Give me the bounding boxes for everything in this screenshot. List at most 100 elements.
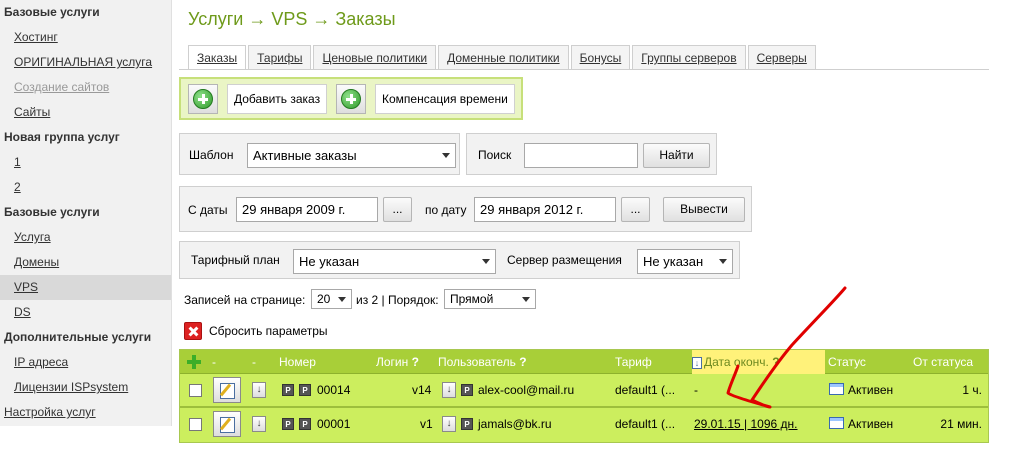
to-date-label: по дату [425,203,467,217]
sidebar-item-label: Сайты [14,105,51,119]
row-checkbox[interactable] [189,384,202,397]
chevron-down-icon [338,297,346,302]
tab-label: Доменные политики [447,51,560,65]
sidebar-item-1[interactable]: 1 [0,150,171,175]
down-arrow-icon[interactable]: ↓ [252,416,266,432]
time-compensation-button[interactable]: Компенсация времени [375,84,515,114]
header-user-label: Пользователь [438,355,516,369]
down-arrow-icon[interactable]: ↓ [252,382,266,398]
main-content: Услуги → VPS → Заказы Заказы Тарифы Цено… [179,0,1012,455]
header-status[interactable]: Статус [828,350,866,374]
tab-label: Группы серверов [641,51,737,65]
row-end-date[interactable]: 29.01.15 | 1096 дн. [694,408,798,440]
down-arrow-icon[interactable]: ↓ [442,416,456,432]
template-filter-panel: Шаблон Активные заказы [179,133,460,175]
sidebar-item-licenses[interactable]: Лицензии ISPsystem [0,375,171,400]
search-input[interactable] [524,143,638,168]
sidebar-group-additional: Дополнительные услуги [4,330,152,344]
from-date-picker-button[interactable]: ... [383,197,412,222]
tab-tariffs[interactable]: Тарифы [248,45,312,70]
row-login: v1 [420,417,433,431]
p-tag-icon: P [282,418,294,430]
chevron-down-icon [719,259,727,264]
to-date-input[interactable]: 29 января 2012 г. [474,197,616,222]
sidebar-item-hosting[interactable]: Хостинг [0,25,171,50]
header-end-date[interactable]: ↓ Дата оконч. ? [692,350,825,374]
sidebar-item-label: 1 [14,155,21,169]
find-button[interactable]: Найти [643,143,710,168]
output-button[interactable]: Вывести [663,197,745,222]
table-row[interactable]: ↓ P P 00001 v1 ↓ P jamals@bk.ru default1… [180,408,988,442]
sidebar-item-ip[interactable]: IP адреса [0,350,171,375]
tab-price-policies[interactable]: Ценовые политики [313,45,437,70]
sidebar-item-service[interactable]: Услуга [0,225,171,250]
tab-label: Заказы [197,51,238,65]
page-title: Услуги → VPS → Заказы [188,9,396,29]
add-order-button[interactable]: Добавить заказ [227,84,328,114]
help-icon[interactable]: ? [772,355,779,369]
p-tag-icon: P [282,384,294,396]
tab-label: Серверы [756,51,807,65]
order-select[interactable]: Прямой [444,289,536,309]
sidebar-item-settings[interactable]: Настройка услуг [0,400,171,425]
status-icon [829,417,844,429]
row-from-status: 21 мин. [940,417,982,431]
tab-bonuses[interactable]: Бонусы [570,45,631,70]
chevron-down-icon [522,297,530,302]
edit-icon[interactable] [213,411,241,437]
header-dash: - [252,355,256,369]
sidebar-item-2[interactable]: 2 [0,175,171,200]
add-order-icon-button[interactable] [188,84,218,114]
server-select[interactable]: Не указан [637,249,733,274]
sidebar-item-label: Лицензии ISPsystem [14,380,129,394]
sidebar-item-domains[interactable]: Домены [0,250,171,275]
tariff-select-value: Не указан [299,254,360,269]
search-panel: Поиск Найти [466,133,717,175]
edit-icon[interactable] [213,377,241,403]
sidebar-item-original[interactable]: ОРИГИНАЛЬНАЯ услуга [0,50,171,75]
tab-servers[interactable]: Серверы [747,45,816,70]
sidebar-item-label: ОРИГИНАЛЬНАЯ услуга [14,55,153,69]
tab-orders[interactable]: Заказы [188,45,247,70]
template-select[interactable]: Активные заказы [247,143,456,168]
add-icon [193,89,213,109]
tab-label: Тарифы [257,51,303,65]
p-tag-icon: P [299,418,311,430]
template-select-value: Активные заказы [253,148,357,163]
tab-server-groups[interactable]: Группы серверов [632,45,746,70]
server-label: Сервер размещения [507,253,622,267]
row-checkbox[interactable] [189,418,202,431]
sidebar-item-sites[interactable]: Сайты [0,100,171,125]
sidebar-item-label: Услуга [14,230,51,244]
reset-icon[interactable] [184,322,202,340]
help-icon[interactable]: ? [412,355,419,369]
sidebar-item-label: Домены [14,255,60,269]
to-date-picker-button[interactable]: ... [621,197,650,222]
tab-domain-policies[interactable]: Доменные политики [438,45,569,70]
row-login: v14 [412,383,432,397]
tariff-select[interactable]: Не указан [293,249,496,274]
header-number[interactable]: Номер [279,350,316,374]
chevron-down-icon [482,259,490,264]
tab-bar: Заказы Тарифы Ценовые политики Доменные … [188,45,818,70]
header-tariff[interactable]: Тариф [615,350,652,374]
time-compensation-icon-button[interactable] [336,84,366,114]
from-date-input[interactable]: 29 января 2009 г. [236,197,378,222]
sidebar-item-ds[interactable]: DS [0,300,171,325]
add-row-icon[interactable] [187,355,201,369]
header-login[interactable]: Логин ? [376,350,419,374]
down-arrow-icon[interactable]: ↓ [442,382,456,398]
sort-down-icon: ↓ [692,356,702,369]
table-row[interactable]: ↓ P P 00014 v14 ↓ P alex-cool@mail.ru de… [180,374,988,408]
help-icon[interactable]: ? [519,355,526,369]
sidebar-item-site-creation[interactable]: Создание сайтов [0,75,171,100]
header-end-date-label: Дата оконч. [704,355,769,369]
per-page-select[interactable]: 20 [311,289,352,309]
p-tag-icon: P [299,384,311,396]
header-user[interactable]: Пользователь ? [438,350,527,374]
status-icon [829,383,844,395]
sidebar-item-vps[interactable]: VPS [0,275,171,300]
header-from-status[interactable]: От статуса [913,350,973,374]
reset-filters-link[interactable]: Сбросить параметры [209,324,328,338]
order-value: Прямой [450,292,494,306]
